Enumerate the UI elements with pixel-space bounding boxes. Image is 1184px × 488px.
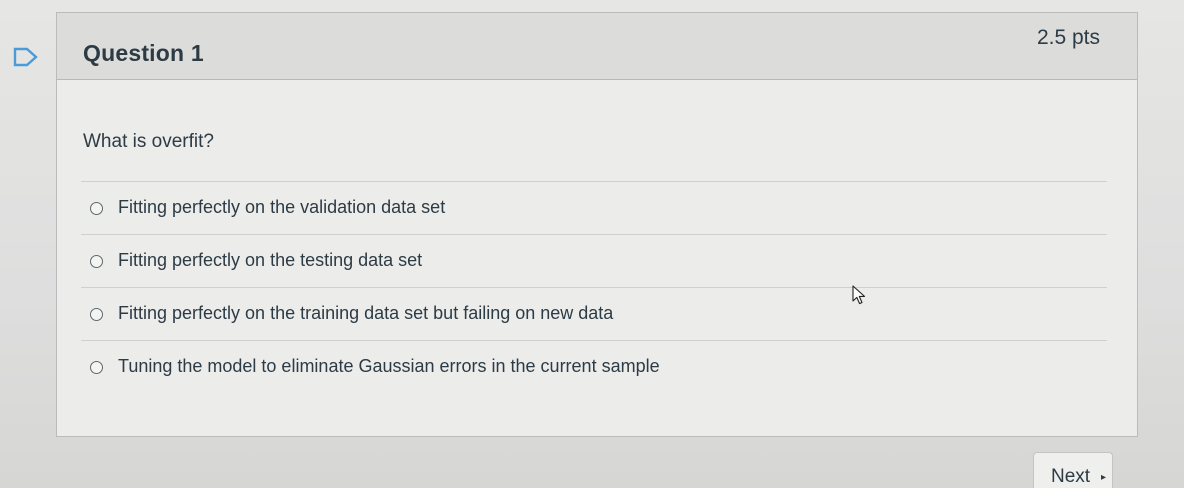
answer-label[interactable]: Fitting perfectly on the validation data… [118,197,445,218]
answer-option[interactable]: Fitting perfectly on the training data s… [81,288,1107,341]
question-header: Question 1 2.5 pts [57,13,1137,80]
radio-button[interactable] [90,255,103,268]
question-card: Question 1 2.5 pts What is overfit? Fitt… [56,12,1138,437]
answer-label[interactable]: Fitting perfectly on the training data s… [118,303,613,324]
answer-option[interactable]: Fitting perfectly on the testing data se… [81,235,1107,288]
question-points: 2.5 pts [1036,26,1100,49]
radio-button[interactable] [90,308,103,321]
answer-label[interactable]: Fitting perfectly on the testing data se… [118,250,422,271]
radio-button[interactable] [90,361,103,374]
play-arrow-icon: ▸ [1101,472,1107,483]
next-button[interactable]: Next ▸ [1033,452,1113,488]
question-title: Question 1 [83,40,204,66]
flag-question-icon[interactable] [13,46,39,68]
next-button-label: Next [1051,466,1091,487]
radio-button[interactable] [90,202,103,215]
question-text: What is overfit? [83,131,214,152]
answer-option[interactable]: Fitting perfectly on the validation data… [81,182,1107,235]
mouse-pointer-icon [852,285,866,305]
answer-option[interactable]: Tuning the model to eliminate Gaussian e… [81,341,1107,394]
answer-label[interactable]: Tuning the model to eliminate Gaussian e… [118,356,660,377]
answer-list: Fitting perfectly on the validation data… [81,181,1107,394]
